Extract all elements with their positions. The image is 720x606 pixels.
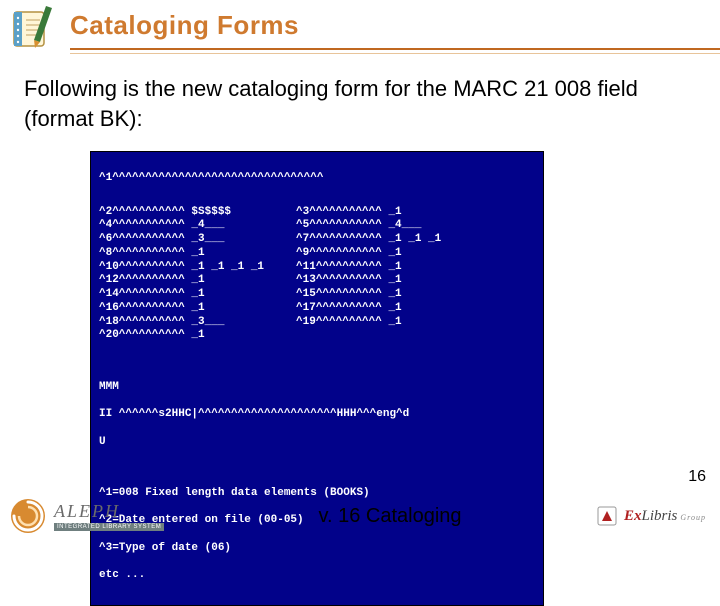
terminal-mid-1: II ^^^^^^s2HHC|^^^^^^^^^^^^^^^^^^^^^HHH^… xyxy=(99,408,535,422)
slide-title: Cataloging Forms xyxy=(70,10,720,41)
exlibris-logo: ExLibrisGroup xyxy=(560,505,720,527)
footer-caption: v. 16 Cataloging xyxy=(220,505,560,528)
aleph-swirl-icon xyxy=(10,498,46,534)
slide-header: Cataloging Forms xyxy=(0,0,720,60)
terminal-mid-2: U xyxy=(99,436,535,450)
slide-body-text: Following is the new cataloging form for… xyxy=(0,60,720,143)
terminal-legend-3: etc ... xyxy=(99,569,535,583)
terminal-col-right: ^3^^^^^^^^^^^ _1 ^5^^^^^^^^^^^ _4___ ^7^… xyxy=(296,206,441,344)
slide-footer: ALEPH INTEGRATED LIBRARY SYSTEM v. 16 Ca… xyxy=(0,492,720,540)
terminal-columns: ^2^^^^^^^^^^^ $S$$$$ ^4^^^^^^^^^^^ _4___… xyxy=(99,206,535,344)
page-number: 16 xyxy=(688,468,706,486)
exlibris-prefix: Ex xyxy=(624,508,642,524)
terminal-legend-2: ^3=Type of date (06) xyxy=(99,542,535,556)
terminal-col-left: ^2^^^^^^^^^^^ $S$$$$ ^4^^^^^^^^^^^ _4___… xyxy=(99,206,264,344)
divider-light xyxy=(70,53,720,54)
exlibris-mark-icon xyxy=(596,505,618,527)
notebook-pencil-icon xyxy=(8,4,60,52)
aleph-subtitle: INTEGRATED LIBRARY SYSTEM xyxy=(54,523,164,531)
divider-dark xyxy=(70,48,720,50)
aleph-logo: ALEPH INTEGRATED LIBRARY SYSTEM xyxy=(0,498,220,534)
exlibris-text: ExLibrisGroup xyxy=(624,508,706,525)
exlibris-main: Libris xyxy=(642,508,678,524)
aleph-word: ALEPH xyxy=(54,501,120,521)
terminal-row1: ^1^^^^^^^^^^^^^^^^^^^^^^^^^^^^^^^^ xyxy=(99,172,535,186)
terminal-mid-0: MMM xyxy=(99,381,535,395)
exlibris-suffix: Group xyxy=(680,513,706,522)
